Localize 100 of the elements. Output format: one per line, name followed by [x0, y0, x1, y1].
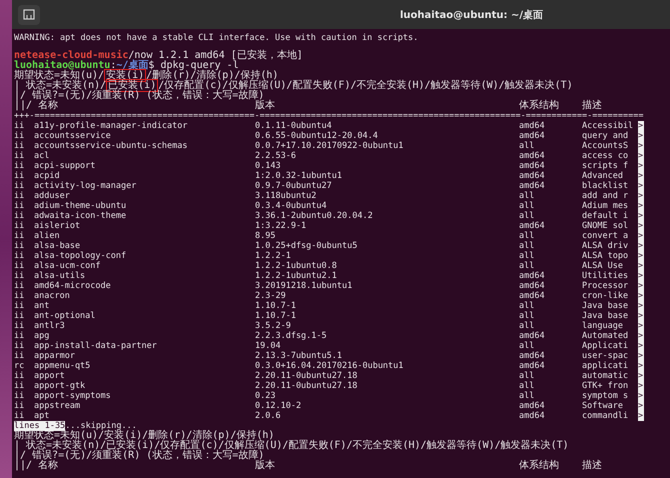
arch-cell-text: amd64	[519, 291, 546, 301]
terminal-text: WARNING: apt does not have a stable CLI interface. Use with caution in scripts.	[14, 33, 418, 43]
description-cell-text: query and	[582, 131, 630, 141]
description-cell-text: Applicati	[582, 341, 630, 351]
version-cell-text: 0.12.10-2	[255, 401, 302, 411]
status-cell-text: ii	[14, 281, 26, 291]
terminal-text: /仅存配置(c)/仅解压缩(U)/配置失败(F)/不完全安装(H)/触发器等待(W)/触发器未决(T)	[158, 80, 573, 91]
truncation-marker: >	[638, 341, 644, 351]
arch-cell-text: amd64	[519, 161, 546, 171]
package-cell-text: apport-symptoms	[34, 391, 112, 401]
status-cell-text: ii	[14, 161, 26, 171]
prompt-user: luohaitao@ubuntu	[14, 60, 110, 71]
description-cell-text: Java base	[582, 311, 630, 321]
truncation-marker: >	[638, 351, 644, 361]
description-cell-text: language	[582, 321, 624, 331]
terminal-text: |/ 错误?=(无)/须重装(R) (状态，错误：大写=故障)	[14, 450, 264, 461]
description-cell-text: commandli	[582, 411, 630, 421]
status-cell-text: ii	[14, 411, 26, 421]
version-cell-text: 2.2.53-6	[255, 151, 297, 161]
description-cell-text: Software	[582, 401, 624, 411]
description-cell-text: GTK+ fron	[582, 381, 630, 391]
description-cell-text: applicati	[582, 361, 630, 371]
package-cell-text: alsa-utils	[34, 271, 86, 281]
status-cell-text: ii	[14, 331, 26, 341]
arch-cell-text: all	[519, 341, 536, 351]
version-cell-text: 0.9.7-0ubuntu27	[255, 181, 333, 191]
version-cell-text: 1.10.7-1	[255, 301, 297, 311]
arch-cell-text: all	[519, 321, 536, 331]
description-cell-text: default i	[582, 211, 630, 221]
package-cell-text: antlr3	[34, 321, 66, 331]
truncation-marker: >	[638, 371, 644, 381]
new-tab-button[interactable]	[18, 4, 40, 24]
truncation-marker: >	[638, 301, 644, 311]
description-cell-text: symptom s	[582, 391, 630, 401]
description-cell-text: add and r	[582, 191, 630, 201]
status-cell-text: ii	[14, 291, 26, 301]
arch-cell-text: all	[519, 141, 536, 151]
status-cell-text: ii	[14, 261, 26, 271]
truncation-marker: >	[638, 241, 644, 251]
truncation-marker: >	[638, 201, 644, 211]
truncation-marker: >	[638, 121, 644, 131]
version-cell-text: 1.2.2-1ubuntu0.8	[255, 261, 338, 271]
package-cell-text: apport	[34, 371, 66, 381]
truncation-marker: >	[638, 381, 644, 391]
arch-cell-text: amd64	[519, 221, 546, 231]
description-cell-text: blacklist	[582, 181, 630, 191]
package-cell-text: apport-gtk	[34, 381, 86, 391]
window-icon	[23, 9, 35, 20]
status-cell-text: ii	[14, 401, 26, 411]
terminal-text: ...skipping...	[65, 421, 137, 431]
description-cell-text: automatic	[582, 371, 630, 381]
description-cell-text: Automated	[582, 331, 630, 341]
arch-cell-text: all	[519, 251, 536, 261]
terminal-text: :	[110, 60, 116, 71]
status-cell-text: rc	[14, 361, 26, 371]
table-separator: +++-===========================================-===================================================-============-==========	[14, 111, 644, 121]
truncation-marker: >	[638, 311, 644, 321]
column-header: 版本	[255, 461, 276, 471]
status-cell-text: ii	[14, 211, 26, 221]
arch-cell-text: all	[519, 211, 536, 221]
package-name: netease-cloud-music	[14, 50, 128, 61]
package-cell-text: adium-theme-ubuntu	[34, 201, 128, 211]
status-cell-text: ii	[14, 371, 26, 381]
window-title: luohaitao@ubuntu: ~/桌面	[400, 8, 544, 22]
status-cell-text: ii	[14, 301, 26, 311]
truncation-marker: >	[638, 271, 644, 281]
pager-status: lines 1-35	[14, 421, 66, 431]
arch-cell-text: amd64	[519, 131, 546, 141]
package-cell-text: apg	[34, 331, 50, 341]
version-cell-text: 1.0.25+dfsg-0ubuntu5	[255, 241, 358, 251]
package-cell-text: accountsservice	[34, 131, 112, 141]
version-cell-text: 0.143	[255, 161, 282, 171]
package-cell-text: aisleriot	[34, 221, 82, 231]
package-cell-text: activity-log-manager	[34, 181, 138, 191]
truncation-marker: >	[638, 211, 644, 221]
description-cell-text: access co	[582, 151, 630, 161]
arch-cell-text: all	[519, 311, 536, 321]
status-cell-text: ii	[14, 351, 26, 361]
status-cell-text: ii	[14, 181, 26, 191]
package-cell-text: adduser	[34, 191, 71, 201]
truncation-marker: >	[638, 221, 644, 231]
arch-cell-text: amd64	[519, 411, 546, 421]
description-cell-text: Adium mes	[582, 201, 630, 211]
package-cell-text: adwaita-icon-theme	[34, 211, 128, 221]
description-cell-text: user-spac	[582, 351, 630, 361]
column-header: ||/ 名称	[14, 101, 60, 111]
version-cell-text: 1:3.22.9-1	[255, 221, 308, 231]
description-cell-text: cron-like	[582, 291, 630, 301]
arch-cell-text: all	[519, 231, 536, 241]
version-cell-text: 3.36.1-2ubuntu0.20.04.2	[255, 211, 374, 221]
arch-cell-text: all	[519, 241, 536, 251]
description-cell-text: ALSA Use	[582, 261, 624, 271]
package-cell-text: acpid	[34, 171, 61, 181]
status-cell-text: ii	[14, 241, 26, 251]
package-cell-text: appstream	[34, 401, 82, 411]
status-cell-text: ii	[14, 251, 26, 261]
version-cell-text: 0.1.11-0ubuntu4	[255, 121, 333, 131]
status-cell-text: ii	[14, 391, 26, 401]
status-cell-text: ii	[14, 311, 26, 321]
status-cell-text: ii	[14, 191, 26, 201]
